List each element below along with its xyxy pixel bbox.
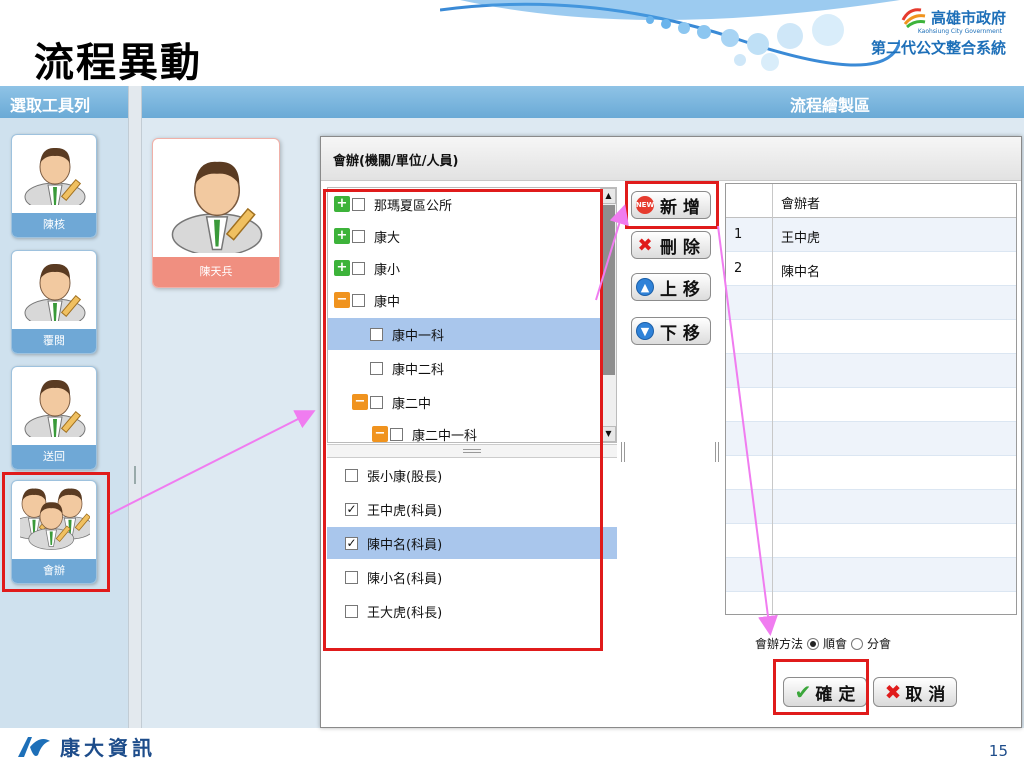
company-logo-icon [18, 736, 50, 757]
empty-row [726, 354, 1016, 388]
kaohsiung-logo-icon [901, 8, 926, 28]
cosigner-grid[interactable]: 會辦者 1 王中虎 2 陳中名 [725, 183, 1017, 615]
empty-row [726, 592, 1016, 614]
empty-row [726, 422, 1016, 456]
move-down-button-label: 下 移 [660, 323, 700, 344]
gov-english-name: Kaohsiung City Government [917, 28, 1002, 35]
radio-sequential-label: 順會 [823, 637, 848, 651]
company-name: 康大資訊 [60, 736, 156, 760]
flow-node[interactable]: 陳天兵 [152, 138, 280, 288]
cancel-button-label: 取 消 [905, 684, 946, 705]
radio-sequential[interactable] [807, 637, 820, 650]
scroll-thumb[interactable] [602, 205, 615, 375]
column-splitter[interactable] [715, 442, 719, 462]
person-icon [24, 147, 86, 205]
cosign-dialog: 會辦(機關/單位/人員) + 那瑪夏區公所 + 康大 + 康小 − 康中 康中一… [320, 136, 1022, 728]
flow-node-label: 陳天兵 [153, 257, 279, 287]
empty-row [726, 388, 1016, 422]
highlight-selection-lists [323, 189, 603, 651]
bubble-decoration [440, 0, 900, 71]
dialog-title: 會辦(機關/單位/人員) [321, 137, 1021, 181]
system-name: 第二代公文整合系統 [870, 39, 1006, 57]
grid-header-row: 會辦者 [726, 184, 1016, 218]
cosign-method: 會辦方法 順會 分會 [755, 635, 891, 652]
person-icon [171, 161, 263, 253]
column-splitter[interactable] [621, 442, 625, 462]
grid-column-divider [772, 184, 773, 614]
radio-parallel-label: 分會 [867, 637, 892, 651]
tool-label: 陳核 [12, 213, 96, 237]
empty-row [726, 524, 1016, 558]
tool-return-button[interactable]: 送回 [11, 366, 97, 470]
row-number: 1 [734, 227, 743, 242]
row-number: 2 [734, 261, 743, 276]
table-row[interactable]: 2 陳中名 [726, 252, 1016, 286]
government-logo: 高雄市政府 Kaohsiung City Government 第二代公文整合系… [871, 6, 1006, 58]
close-icon: ✖ [884, 680, 902, 704]
empty-row [726, 558, 1016, 592]
panel-splitter[interactable] [128, 86, 142, 728]
company-logo: 康大資訊 [14, 732, 156, 761]
canvas-header: 流程繪製區 [142, 86, 1024, 118]
person-icon [24, 379, 86, 437]
empty-row [726, 286, 1016, 320]
radio-parallel[interactable] [851, 637, 864, 650]
row-name: 王中虎 [781, 231, 821, 246]
method-label: 會辦方法 [755, 637, 804, 651]
move-up-button-label: 上 移 [660, 279, 700, 300]
row-name: 陳中名 [781, 265, 821, 280]
table-row[interactable]: 1 王中虎 [726, 218, 1016, 252]
highlight-add-button [625, 181, 719, 229]
highlight-confirm-button [773, 659, 869, 715]
arrow-up-icon: ▲ [636, 278, 654, 296]
tool-label: 送回 [12, 445, 96, 469]
toolbar-header: 選取工具列 [0, 86, 128, 118]
move-up-button[interactable]: ▲ 上 移 [631, 273, 711, 301]
arrow-down-icon: ▼ [636, 322, 654, 340]
tool-label: 覆閱 [12, 329, 96, 353]
gov-name: 高雄市政府 [930, 8, 1006, 27]
delete-button-label: 刪 除 [660, 237, 700, 258]
cancel-button[interactable]: ✖ 取 消 [873, 677, 957, 707]
splitter-grip[interactable] [134, 466, 136, 484]
slide-title: 流程異動 [34, 39, 202, 86]
highlight-cosign-tool [2, 472, 110, 592]
move-down-button[interactable]: ▼ 下 移 [631, 317, 711, 345]
person-icon [24, 263, 86, 321]
tool-recheck-button[interactable]: 覆閱 [11, 250, 97, 354]
delete-x-icon: ✖ [637, 234, 653, 256]
empty-row [726, 320, 1016, 354]
scroll-up-arrow-icon[interactable]: ▲ [601, 188, 616, 204]
scroll-down-arrow-icon[interactable]: ▼ [601, 426, 616, 442]
page-number: 15 [988, 742, 1008, 760]
delete-button[interactable]: ✖ 刪 除 [631, 231, 711, 259]
grid-header-name: 會辦者 [781, 197, 821, 212]
tool-review-button[interactable]: 陳核 [11, 134, 97, 238]
empty-row [726, 490, 1016, 524]
empty-row [726, 456, 1016, 490]
